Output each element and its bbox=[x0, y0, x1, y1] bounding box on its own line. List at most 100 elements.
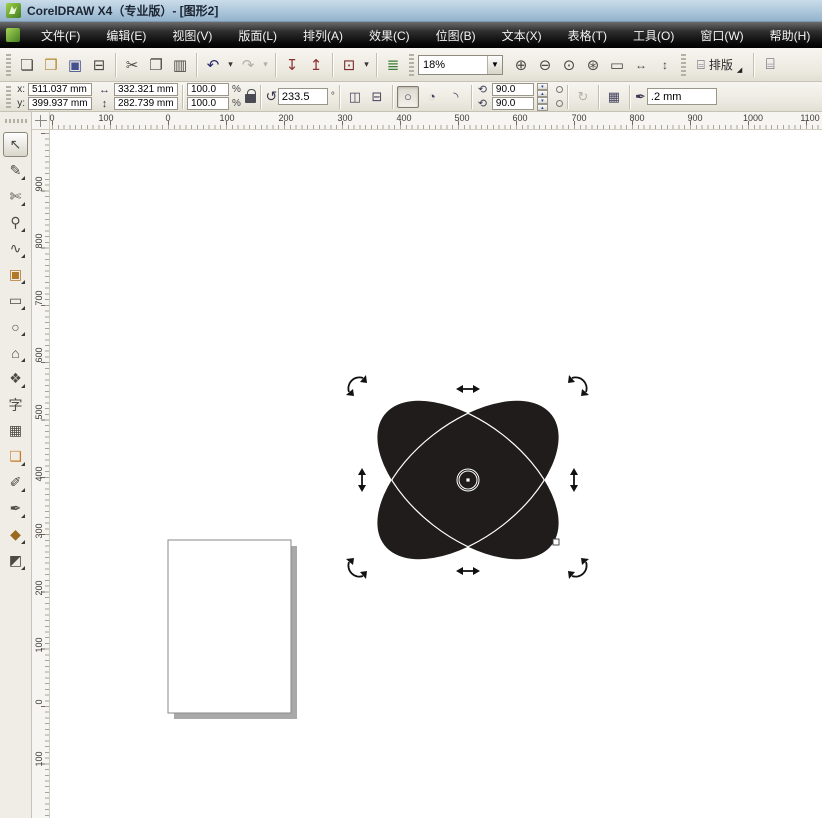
eyedropper-tool[interactable]: ✐ bbox=[3, 470, 28, 495]
zoom-out-button[interactable]: ⊖ bbox=[533, 53, 557, 77]
interactive-fill-tool[interactable]: ◩ bbox=[3, 548, 28, 573]
table-tool[interactable]: ▦ bbox=[3, 418, 28, 443]
drawing-canvas[interactable] bbox=[50, 130, 822, 818]
zoom-level-input[interactable] bbox=[419, 55, 487, 74]
toolbar-grip[interactable] bbox=[6, 85, 11, 108]
direction-dot[interactable] bbox=[555, 86, 563, 93]
text-tool[interactable]: 字 bbox=[3, 392, 28, 417]
separator bbox=[628, 84, 630, 109]
ruler-label: 700 bbox=[571, 113, 587, 123]
new-document-button[interactable]: ❏ bbox=[15, 53, 39, 77]
imposition-label: 排版 bbox=[708, 58, 733, 72]
zoom-to-page-width-button[interactable]: ↔ bbox=[629, 53, 653, 77]
open-button[interactable]: ❒ bbox=[39, 53, 63, 77]
x-position-field[interactable] bbox=[28, 83, 92, 96]
arc-mode-button[interactable]: ◝ bbox=[445, 86, 467, 108]
toolbar-grip[interactable] bbox=[6, 53, 11, 76]
zoom-tool[interactable]: ⚲ bbox=[3, 210, 28, 235]
curve-node bbox=[552, 538, 560, 546]
copy-button[interactable]: ❐ bbox=[144, 53, 168, 77]
rectangle-tool[interactable]: ▭ bbox=[3, 288, 28, 313]
menu-item[interactable]: 效果(C) bbox=[356, 23, 423, 48]
pie-mode-button[interactable]: ◔ bbox=[421, 86, 443, 108]
layout-imposition-button[interactable]: ⌸ 排版 ◢ bbox=[690, 53, 749, 77]
import-button[interactable]: ↧ bbox=[280, 53, 304, 77]
separator bbox=[115, 52, 116, 77]
toolbar-grip[interactable] bbox=[409, 53, 414, 76]
cut-button[interactable]: ✂ bbox=[120, 53, 144, 77]
skew-handle-left bbox=[357, 467, 367, 493]
y-position-field[interactable] bbox=[28, 97, 92, 110]
scale-vertical-field[interactable] bbox=[187, 97, 229, 110]
vertical-ruler[interactable]: 900 800 700 600 500 400 300 200 100 0 100 bbox=[32, 130, 50, 818]
zoom-to-page-button[interactable]: ▭ bbox=[605, 53, 629, 77]
blend-tool[interactable]: ❑ bbox=[3, 444, 28, 469]
save-button[interactable]: ▣ bbox=[63, 53, 87, 77]
main-area: ↖ ✎ ✄ ⚲ ∿ ▣ ▭ ○ ⌂ ❖ 字 ▦ ❑ ✐ ✒ ◆ ◩ 900 800 700 600 500 400 300 2… bbox=[0, 130, 822, 818]
ruler-label: 100 bbox=[219, 113, 235, 123]
arc-end-angle-field[interactable] bbox=[491, 97, 534, 110]
ellipse-mode-button[interactable]: ○ bbox=[396, 85, 419, 108]
menu-item[interactable]: 文本(X) bbox=[489, 23, 555, 48]
menu-item[interactable]: 排列(A) bbox=[290, 23, 356, 48]
menu-item[interactable]: 帮助(H) bbox=[757, 23, 822, 48]
fill-tool[interactable]: ◆ bbox=[3, 522, 28, 547]
rotation-angle-field[interactable] bbox=[277, 88, 328, 105]
menu-item[interactable]: 表格(T) bbox=[555, 23, 620, 48]
application-launcher-button[interactable]: ⊡ bbox=[337, 53, 361, 77]
scale-horizontal-field[interactable] bbox=[187, 83, 229, 96]
arc-start-spinner[interactable]: ▾ ▴ bbox=[536, 82, 548, 97]
polygon-tool[interactable]: ⌂ bbox=[3, 340, 28, 365]
menu-item[interactable]: 位图(B) bbox=[423, 23, 489, 48]
print-button[interactable]: ⊟ bbox=[87, 53, 111, 77]
menu-item[interactable]: 版面(L) bbox=[225, 23, 290, 48]
arc-start-angle-field[interactable] bbox=[491, 83, 534, 96]
menu-item[interactable]: 编辑(E) bbox=[93, 23, 159, 48]
pick-tool[interactable]: ↖ bbox=[3, 132, 28, 157]
zoom-to-page-height-button[interactable]: ↕ bbox=[653, 53, 677, 77]
undo-button[interactable]: ↶ bbox=[201, 53, 225, 77]
menu-item[interactable]: 视图(V) bbox=[159, 23, 225, 48]
chevron-down-icon[interactable]: ▼ bbox=[487, 55, 502, 74]
outline-width-field[interactable] bbox=[646, 88, 717, 105]
arc-end-spinner[interactable]: ▾ ▴ bbox=[536, 96, 548, 111]
menu-item[interactable]: 工具(O) bbox=[620, 23, 687, 48]
basic-shapes-tool[interactable]: ❖ bbox=[3, 366, 28, 391]
object-width-field[interactable] bbox=[114, 83, 178, 96]
arc-start-icon: ⟲ bbox=[477, 84, 488, 96]
zoom-to-all-objects-button[interactable]: ⊛ bbox=[581, 53, 605, 77]
menu-item[interactable]: 窗口(W) bbox=[687, 23, 756, 48]
crop-tool[interactable]: ✄ bbox=[3, 184, 28, 209]
shape-tool[interactable]: ✎ bbox=[3, 158, 28, 183]
toolbar-grip[interactable] bbox=[681, 53, 686, 76]
zoom-in-button[interactable]: ⊕ bbox=[509, 53, 533, 77]
options-checklist-button[interactable]: ≣ bbox=[381, 53, 405, 77]
outline-pen-tool[interactable]: ✒ bbox=[3, 496, 28, 521]
redo-button[interactable]: ↷ bbox=[236, 53, 260, 77]
ellipse-tool[interactable]: ○ bbox=[3, 314, 28, 339]
undo-dropdown[interactable]: ▾ bbox=[225, 53, 236, 77]
layout-extra-button[interactable]: ⌸ bbox=[758, 53, 782, 77]
zoom-level-combo[interactable]: ▼ bbox=[418, 54, 503, 75]
redo-dropdown[interactable]: ▾ bbox=[260, 53, 271, 77]
lock-ratio-icon[interactable] bbox=[244, 89, 256, 103]
change-direction-button[interactable]: ↻ bbox=[572, 86, 594, 108]
ruler-label: 100 bbox=[34, 637, 44, 653]
title-bar[interactable]: CorelDRAW X4（专业版）- [图形2] bbox=[0, 0, 822, 22]
direction-dot[interactable] bbox=[555, 100, 563, 107]
ruler-origin-button[interactable] bbox=[32, 112, 50, 130]
wrap-paragraph-text-button[interactable]: ▦ bbox=[603, 86, 625, 108]
menu-item[interactable]: 文件(F) bbox=[28, 23, 93, 48]
object-height-field[interactable] bbox=[114, 97, 178, 110]
mirror-vertical-button[interactable]: ⊟ bbox=[366, 86, 388, 108]
export-button[interactable]: ↥ bbox=[304, 53, 328, 77]
paste-button[interactable]: ▥ bbox=[168, 53, 192, 77]
percent-label: % bbox=[232, 98, 241, 109]
freehand-tool[interactable]: ∿ bbox=[3, 236, 28, 261]
zoom-to-selection-button[interactable]: ⊙ bbox=[557, 53, 581, 77]
launcher-dropdown[interactable]: ▾ bbox=[361, 53, 372, 77]
smart-fill-tool[interactable]: ▣ bbox=[3, 262, 28, 287]
mirror-horizontal-button[interactable]: ◫ bbox=[344, 86, 366, 108]
horizontal-ruler[interactable]: 0 100 0 100 200 300 400 500 600 700 800 900 1000 1100 bbox=[49, 112, 822, 130]
toolbox-grip[interactable] bbox=[4, 119, 27, 123]
